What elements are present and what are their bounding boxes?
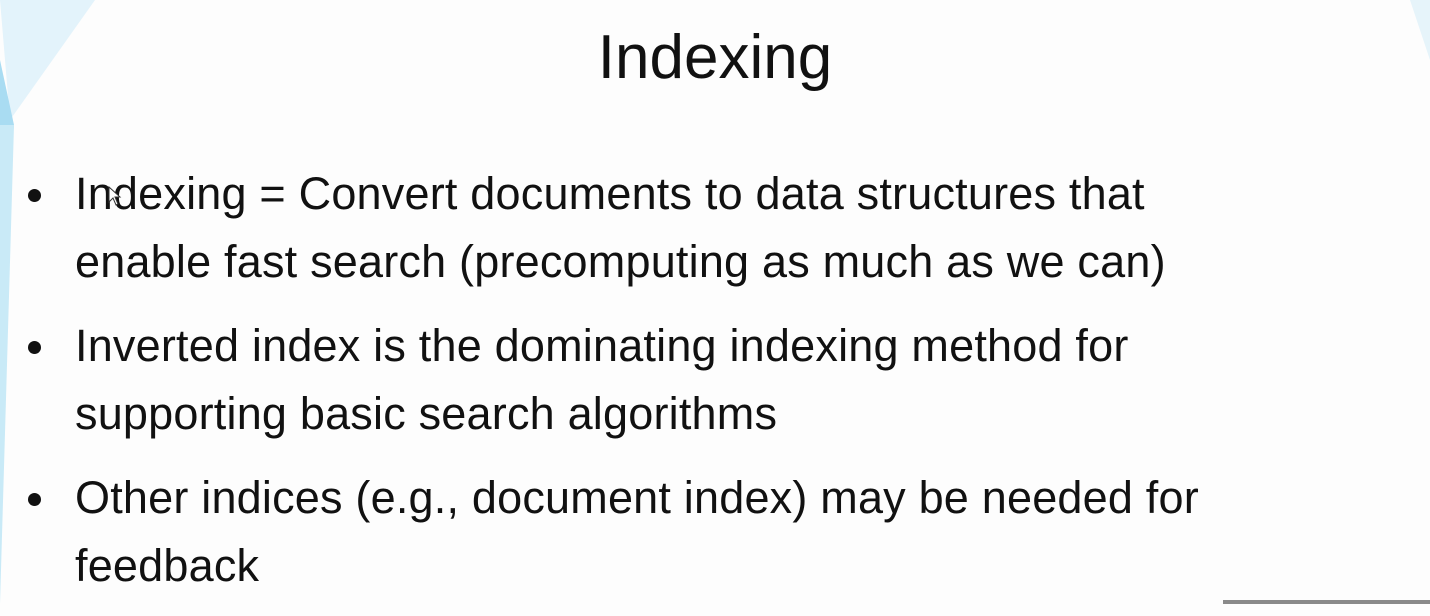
mouse-pointer-icon	[108, 186, 122, 206]
bullet-dot	[28, 341, 41, 354]
bullet-dot	[28, 493, 41, 506]
bullet-text-line: Inverted index is the dominating indexin…	[75, 320, 1129, 371]
bullet-text-line: enable fast search (precomputing as much…	[75, 236, 1166, 287]
bullet-text-line: feedback	[75, 540, 260, 591]
bullet-text-line: supporting basic search algorithms	[75, 388, 778, 439]
slide-title: Indexing	[597, 23, 833, 92]
bullet-text-line: Other indices (e.g., document index) may…	[75, 472, 1199, 523]
progress-bar-edge	[1223, 600, 1430, 604]
bullet-item: Other indices (e.g., document index) may…	[24, 464, 1199, 600]
bullet-text-line: Indexing = Convert documents to data str…	[75, 168, 1145, 219]
bullet-item: Indexing = Convert documents to data str…	[24, 160, 1199, 296]
bullet-dot	[28, 189, 41, 202]
bullet-item: Inverted index is the dominating indexin…	[24, 312, 1199, 448]
bullet-list: Indexing = Convert documents to data str…	[24, 160, 1199, 616]
